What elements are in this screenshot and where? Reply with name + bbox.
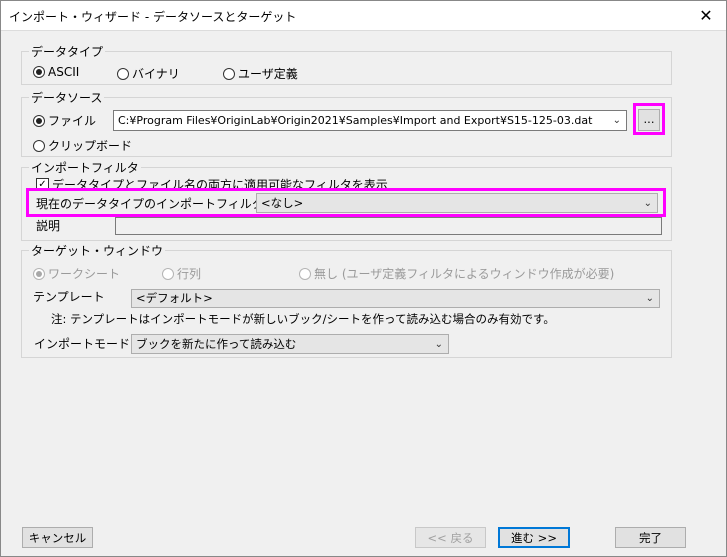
- cancel-button[interactable]: キャンセル: [22, 527, 93, 548]
- radio-clipboard-label: クリップボード: [48, 139, 133, 153]
- import-mode-value: ブックを新たに作って読み込む: [136, 337, 297, 351]
- window-title: インポート・ウィザード - データソースとターゲット: [9, 10, 297, 24]
- filter-highlight-box: [26, 188, 666, 217]
- close-icon[interactable]: ✕: [686, 1, 726, 31]
- import-mode-combo[interactable]: ブックを新たに作って読み込む ⌄: [131, 334, 449, 354]
- radio-binary-indicator: [117, 67, 129, 80]
- template-label: テンプレート: [33, 290, 105, 304]
- radio-user-defined-indicator: [223, 67, 235, 80]
- radio-matrix-label: 行列: [177, 267, 202, 281]
- radio-ascii-indicator: [33, 66, 45, 78]
- radio-none-indicator: [299, 267, 311, 280]
- radio-user-defined[interactable]: ユーザ定義: [223, 65, 298, 82]
- chevron-down-icon: ⌄: [612, 115, 621, 126]
- file-path-value: C:¥Program Files¥OriginLab¥Origin2021¥Sa…: [118, 114, 593, 127]
- radio-binary-label: バイナリ: [132, 67, 180, 81]
- chevron-down-icon: ⌄: [645, 293, 654, 304]
- radio-binary[interactable]: バイナリ: [117, 65, 180, 82]
- radio-none-label: 無し (ユーザ定義フィルタによるウィンドウ作成が必要): [314, 267, 615, 281]
- radio-user-defined-label: ユーザ定義: [238, 67, 298, 81]
- radio-file[interactable]: ファイル: [33, 112, 96, 129]
- radio-none[interactable]: 無し (ユーザ定義フィルタによるウィンドウ作成が必要): [299, 265, 614, 282]
- radio-clipboard-indicator: [33, 139, 45, 152]
- import-filter-group-title: インポートフィルタ: [29, 159, 141, 176]
- data-source-group-title: データソース: [29, 89, 105, 106]
- import-wizard-dialog: インポート・ウィザード - データソースとターゲット ✕ データタイプ ASCI…: [0, 0, 727, 557]
- radio-file-indicator: [33, 114, 45, 127]
- import-mode-label: インポートモード: [34, 337, 131, 351]
- file-path-combo[interactable]: C:¥Program Files¥OriginLab¥Origin2021¥Sa…: [113, 110, 627, 131]
- next-button[interactable]: 進む >>: [498, 527, 570, 548]
- back-button[interactable]: << 戻る: [415, 527, 486, 548]
- browse-highlight-box: [633, 103, 665, 135]
- title-bar: インポート・ウィザード - データソースとターゲット ✕: [1, 1, 726, 31]
- template-value: <デフォルト>: [136, 291, 213, 305]
- template-note: 注: テンプレートはインポートモードが新しいブック/シートを作って読み込む場合の…: [51, 312, 555, 326]
- template-combo[interactable]: <デフォルト> ⌄: [131, 289, 660, 308]
- radio-matrix-indicator: [162, 267, 174, 280]
- data-type-group-title: データタイプ: [29, 43, 106, 60]
- description-label: 説明: [36, 219, 61, 233]
- radio-file-label: ファイル: [48, 114, 97, 128]
- target-window-group-title: ターゲット・ウィンドウ: [29, 242, 166, 259]
- radio-worksheet-label: ワークシート: [48, 267, 121, 281]
- radio-ascii[interactable]: ASCII: [33, 65, 79, 79]
- radio-worksheet[interactable]: ワークシート: [33, 265, 120, 282]
- chevron-down-icon: ⌄: [434, 339, 443, 350]
- description-field[interactable]: [115, 217, 662, 235]
- radio-matrix[interactable]: 行列: [162, 265, 201, 282]
- finish-button[interactable]: 完了: [615, 527, 686, 548]
- radio-ascii-label: ASCII: [48, 65, 80, 79]
- radio-clipboard[interactable]: クリップボード: [33, 137, 132, 154]
- radio-worksheet-indicator: [33, 267, 45, 280]
